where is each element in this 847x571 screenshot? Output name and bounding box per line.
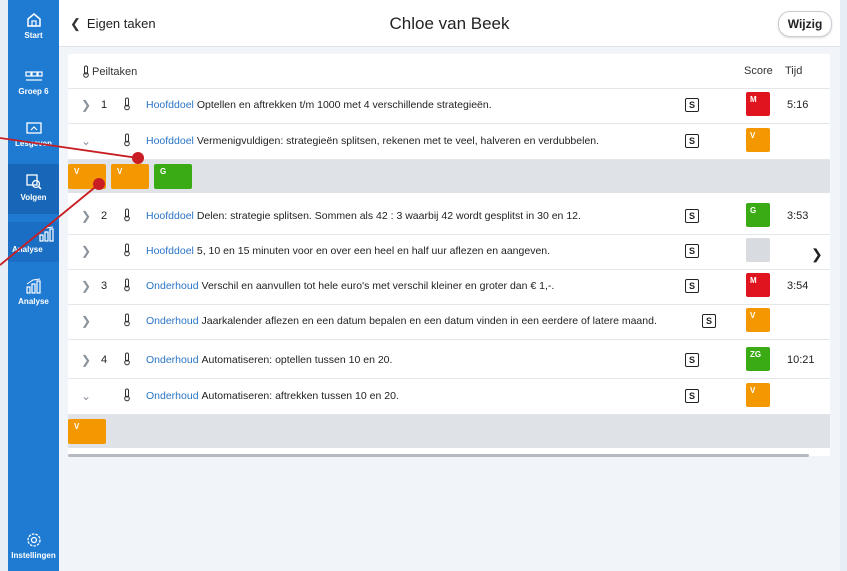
- annotation-overlay: [0, 137, 144, 266]
